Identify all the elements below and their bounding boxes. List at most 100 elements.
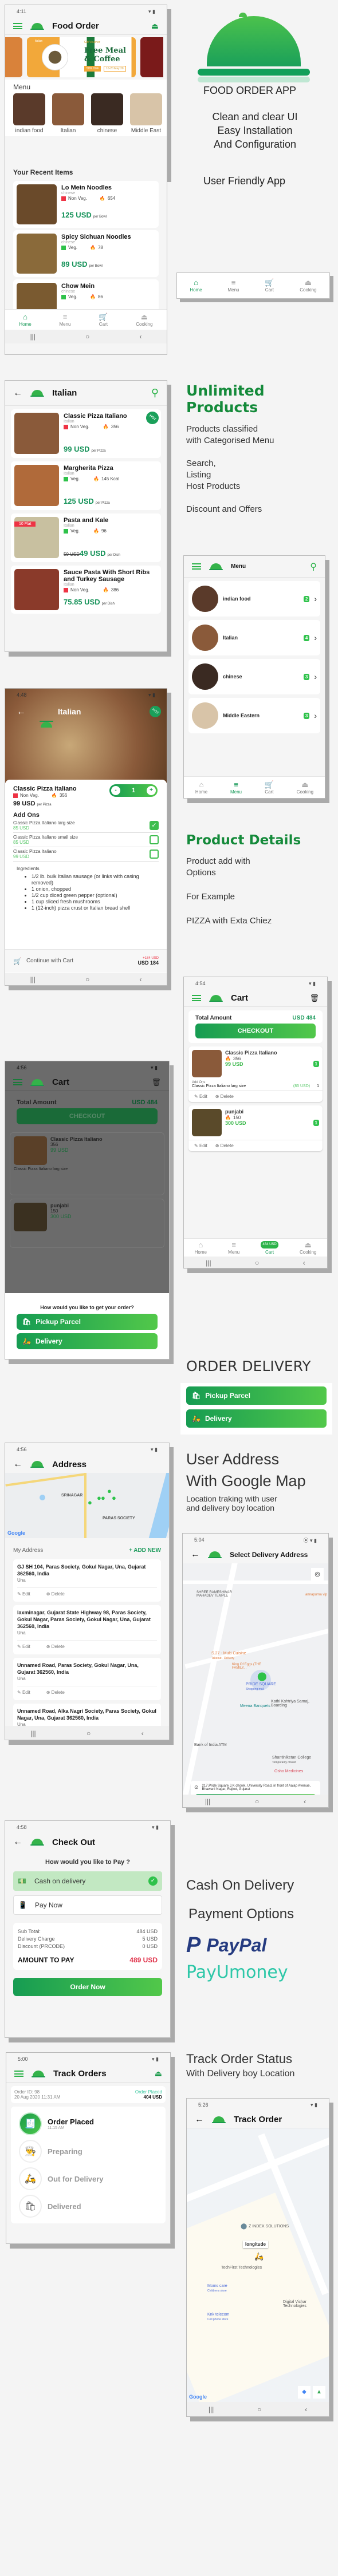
back-arrow-icon[interactable]: ← [13, 1837, 22, 1847]
map-pin-icon[interactable]: ● [107, 1487, 112, 1495]
map-view[interactable]: ◎ SHREE RAMESHWAR MAHADEV TEMPLE annapur… [183, 1563, 328, 1807]
edit-button[interactable]: ✎ Edit [17, 1591, 30, 1598]
order-summary[interactable]: Order ID: 98 20 Aug 2020 11:31 AM Order P… [11, 2086, 166, 2103]
nav-cart[interactable]: 🛒 Cart [99, 313, 108, 327]
menu-category[interactable]: indian food [13, 93, 45, 134]
addon-checkbox-checked[interactable]: ✓ [150, 821, 159, 830]
menu-category[interactable]: Italian [52, 93, 84, 134]
pickup-parcel-button[interactable]: 🛍 Pickup Parcel [17, 1314, 158, 1330]
menu-icon[interactable] [14, 2071, 23, 2077]
addon-option[interactable]: Classic Pizza Italiano small size 85 USD [13, 833, 159, 847]
quantity-stepper[interactable]: - 1 + [109, 784, 158, 797]
edit-button[interactable]: ✎ Edit [17, 1689, 30, 1696]
nav-home[interactable]: ⌂ Home [195, 1241, 207, 1255]
nav-home[interactable]: ⌂ Home [19, 313, 31, 327]
signal-icons: ▾ ▮ [148, 8, 155, 14]
map-pin-icon[interactable]: ● [112, 1494, 116, 1502]
checkout-button[interactable]: CHECKOUT [17, 1108, 158, 1124]
category-row[interactable]: Middle Eastern 3 › [188, 698, 320, 733]
banner-carousel[interactable]: Italian Gift Voucher Free Meal & Coffee … [5, 35, 167, 80]
my-location-button[interactable]: ◎ [311, 1568, 324, 1581]
nav-cart[interactable]: 🛒 Cart [265, 279, 274, 293]
continue-cart-bar[interactable]: 🛒 Continue with Cart +184 USD USD 184 [5, 949, 167, 972]
payment-option-cod[interactable]: 💵 Cash on delivery ✓ [13, 1871, 162, 1891]
directions-button[interactable]: ◆ [298, 2386, 311, 2399]
product-item[interactable]: Classic Pizza Italiano Italian Non Veg. 🔥 3… [11, 409, 162, 458]
nav-cooking[interactable]: ⏏ Cooking [300, 1241, 316, 1255]
cooking-bell-icon[interactable]: ⏏ [155, 2069, 162, 2079]
banner[interactable]: Italian Gift Voucher Free Meal & Coffee … [27, 37, 136, 77]
nav-menu[interactable]: ≡ Menu [228, 1241, 239, 1255]
map-view[interactable]: ⬤ Z INDEX SOLUTIONS longitude 🛵 TechFirs… [187, 2128, 329, 2402]
back-arrow-icon[interactable]: ← [13, 388, 22, 398]
product-item[interactable]: Sauce Pasta With Short Ribs and Turkey S… [11, 566, 161, 614]
order-now-button[interactable]: Order Now [13, 1978, 162, 1996]
nav-cooking[interactable]: ⏏ Cooking [297, 781, 313, 795]
product-item[interactable]: 10 Flat Pasta and Kale Italian Veg. 🔥 96 59… [11, 513, 161, 562]
back-arrow-icon[interactable]: ← [191, 1550, 200, 1560]
delivery-button[interactable]: 🛵 Delivery [17, 1333, 158, 1349]
trash-icon[interactable]: 🗑 [309, 994, 319, 1003]
menu-icon[interactable] [192, 563, 201, 570]
delete-button[interactable]: ⊗ Delete [215, 1094, 234, 1099]
recent-item[interactable]: Spicy Sichuan Noodles chinese Veg. 🔥 78 89… [13, 230, 159, 277]
checkout-button[interactable]: CHECKOUT [195, 1024, 316, 1038]
recent-item[interactable]: Chow Mein chinese Veg. 🔥 86 [13, 279, 159, 313]
edit-button[interactable]: ✎ Edit [194, 1094, 207, 1099]
tap-pay-icon: 📱 [18, 1901, 27, 1909]
edit-button[interactable]: ✎ Edit [194, 1143, 207, 1148]
addon-checkbox[interactable] [150, 835, 159, 844]
search-icon[interactable]: ⚲ [151, 387, 159, 399]
nav-home[interactable]: ⌂ Home [190, 279, 202, 293]
category-row[interactable]: indian food 2 › [188, 581, 320, 617]
category-row[interactable]: chinese 3 › [188, 659, 320, 694]
nav-cooking[interactable]: ⏏ Cooking [136, 313, 152, 327]
map-view[interactable]: SRINAGAR PARAS SOCIETY ● ● ● ● ● Google [5, 1473, 169, 1538]
delete-button[interactable]: ⊗ Delete [215, 1143, 234, 1148]
nav-cooking[interactable]: ⏏ Cooking [300, 279, 316, 293]
address-card[interactable]: GJ SH 104, Paras Society, Gokul Nagar, U… [13, 1559, 161, 1602]
back-arrow-icon[interactable]: ← [17, 707, 26, 717]
back-arrow-icon[interactable]: ← [195, 2115, 204, 2125]
map-pin-icon[interactable]: ● [101, 1494, 105, 1502]
back-arrow-icon[interactable]: ← [13, 1459, 22, 1469]
addon-option[interactable]: Classic Pizza Italiano larg size 85 USD ✓ [13, 819, 159, 833]
edit-button[interactable]: ✎ Edit [17, 1643, 30, 1650]
menu-category[interactable]: Middle East [130, 93, 162, 134]
map-pin-icon[interactable]: ● [88, 1498, 92, 1507]
nav-menu[interactable]: ≡ Menu [59, 313, 70, 327]
search-icon[interactable]: ⚲ [310, 561, 317, 572]
address-card[interactable]: Unnamed Road, Paras Society, Gokul Nagar… [13, 1658, 161, 1700]
category-row[interactable]: Italian 4 › [188, 620, 320, 655]
veg-icon [61, 245, 66, 250]
recents-button[interactable]: ||| [30, 333, 36, 341]
menu-icon[interactable] [192, 995, 201, 1001]
nav-cart[interactable]: 🛒 Cart [265, 781, 274, 795]
back-button[interactable]: ‹ [139, 333, 142, 341]
recent-item[interactable]: Lo Mein Noodles chinese Non Veg. 🔥 654 125… [13, 181, 159, 228]
pickup-parcel-button[interactable]: 🛍 Pickup Parcel [186, 1386, 327, 1405]
delete-button[interactable]: ⊗ Delete [46, 1689, 65, 1696]
menu-category[interactable]: chinese [91, 93, 123, 134]
nav-cart[interactable]: 484 USD Cart [261, 1240, 278, 1255]
trash-icon[interactable]: 🗑 [151, 1078, 161, 1087]
open-maps-button[interactable]: ▲ [313, 2386, 325, 2399]
menu-icon[interactable] [13, 1079, 22, 1085]
address-card[interactable]: laxminagar, Gujarat State Highway 98, Pa… [13, 1605, 161, 1654]
cooking-bell-icon[interactable]: ⏏ [151, 21, 159, 31]
product-item[interactable]: Margherita Pizza Italian Veg. 🔥 145 Kcal 12… [11, 461, 161, 510]
decrease-button[interactable]: - [111, 786, 120, 795]
nav-menu[interactable]: ≡ Menu [230, 781, 242, 795]
payment-option-paynow[interactable]: 📱 Pay Now [13, 1895, 162, 1915]
home-button[interactable]: ○ [85, 333, 89, 341]
nav-home[interactable]: ⌂ Home [195, 781, 207, 795]
add-new-button[interactable]: + ADD NEW [129, 1547, 161, 1554]
delete-button[interactable]: ⊗ Delete [46, 1643, 65, 1650]
increase-button[interactable]: + [147, 786, 156, 795]
menu-icon[interactable] [13, 23, 22, 29]
delete-button[interactable]: ⊗ Delete [46, 1591, 65, 1598]
nav-menu[interactable]: ≡ Menu [227, 279, 239, 293]
delivery-button[interactable]: 🛵 Delivery [186, 1409, 327, 1428]
addon-option[interactable]: Classic Pizza Italiano 99 USD [13, 847, 159, 862]
addon-checkbox[interactable] [150, 850, 159, 859]
